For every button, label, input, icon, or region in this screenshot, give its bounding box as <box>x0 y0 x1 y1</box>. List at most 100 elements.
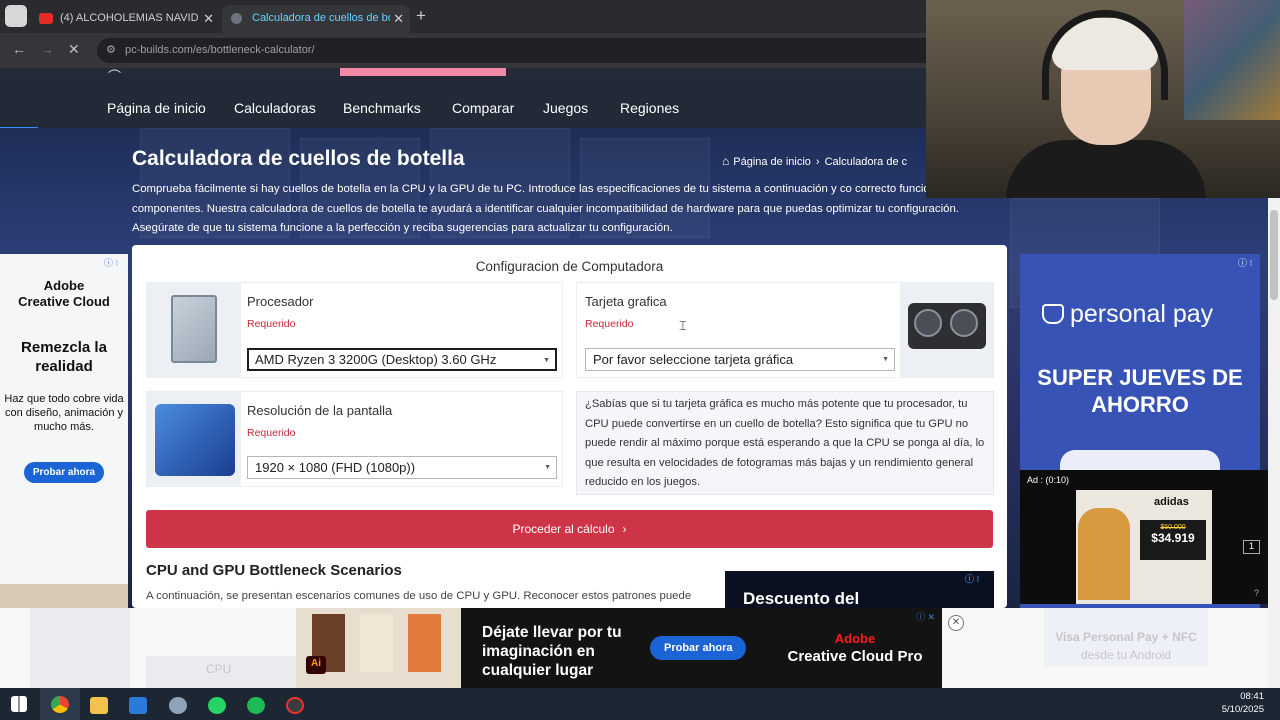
tab-youtube[interactable]: (4) ALCOHOLEMIAS NAVIDEÑA ✕ <box>30 5 220 33</box>
ad-left-banner[interactable]: ⓘ ⁝ Adobe Creative Cloud Remezcla la rea… <box>0 254 128 608</box>
profile-avatar[interactable] <box>5 5 27 27</box>
ad-info-icon[interactable]: ⓘ ✕ <box>916 610 935 623</box>
ad-cta-button[interactable]: Probar ahora <box>23 462 105 483</box>
graphics-card-icon <box>908 303 986 349</box>
desktop-pc-icon <box>155 404 235 476</box>
site-favicon-icon <box>231 13 242 24</box>
chocolate-bar <box>360 614 393 672</box>
file-explorer-icon[interactable] <box>90 697 108 714</box>
ad-headline: SUPER JUEVES DE AHORRO <box>1037 365 1243 417</box>
ad-info-icon[interactable]: ⓘ ⁝ <box>1238 256 1252 269</box>
spotify-icon[interactable] <box>247 697 265 714</box>
close-tab-icon[interactable]: ✕ <box>393 11 404 27</box>
required-label: Requerido <box>247 318 296 330</box>
ad-cta-button[interactable]: Probar ahora <box>650 636 747 660</box>
taskbar-clock[interactable]: 08:41 5/10/2025 <box>1222 690 1264 716</box>
ad-headline: Déjate llevar por tu imaginación en cual… <box>482 624 622 679</box>
processor-select[interactable]: AMD Ryzen 3 3200G (Desktop) 3.60 GHz ▼ <box>247 348 557 371</box>
header-banner <box>340 68 506 76</box>
ad-right-lower-text: Visa Personal Pay + NFC <box>1055 630 1197 644</box>
chevron-right-icon: › <box>815 156 820 168</box>
back-icon[interactable]: ← <box>12 41 26 57</box>
address-bar[interactable]: ⚙ pc-builds.com/es/bottleneck-calculator… <box>97 38 977 63</box>
forward-icon[interactable]: → <box>40 41 54 57</box>
resolution-select[interactable]: 1920 × 1080 (FHD (1080p)) ▼ <box>247 456 557 479</box>
bottleneck-info: ¿Sabías que si tu tarjeta gráfica es muc… <box>576 391 994 495</box>
mouse-cursor-icon: ⌶ <box>679 318 687 333</box>
clock-date: 5/10/2025 <box>1221 704 1264 715</box>
required-label: Requerido <box>585 318 634 330</box>
ad-brand: personal pay <box>1042 300 1213 329</box>
current-price: $34.919 <box>1151 531 1195 545</box>
ad-count-badge[interactable]: 1 <box>1243 540 1260 554</box>
model-image <box>1078 508 1130 600</box>
streamer-body <box>1006 140 1206 198</box>
gpu-image <box>900 283 994 377</box>
proceed-button[interactable]: Proceder al cálculo › <box>146 510 993 548</box>
ad-product-image: Ai <box>296 608 461 688</box>
resolution-label: Resolución de la pantalla <box>247 403 393 418</box>
app-icon[interactable] <box>169 697 187 714</box>
bottom-ad-banner[interactable]: Ai Déjate llevar por tu imaginación en c… <box>296 608 942 688</box>
chevron-down-icon: ▼ <box>543 357 550 364</box>
ad-info-icon[interactable]: ⓘ ⁝ <box>965 572 979 585</box>
windows-taskbar <box>0 688 1280 720</box>
whatsapp-icon[interactable] <box>208 697 226 714</box>
breadcrumb: ⌂ Página de inicio › Calculadora de c <box>722 154 932 168</box>
tab-calculator[interactable]: Calculadora de cuellos de botella ✕ <box>222 5 410 33</box>
headset-icon <box>1042 10 1168 100</box>
new-tab-icon[interactable]: + <box>416 6 426 26</box>
processor-field: Procesador Requerido AMD Ryzen 3 3200G (… <box>146 282 563 378</box>
windows-start-icon[interactable] <box>11 696 27 712</box>
video-ad-player[interactable]: Ad : (0:10) adidas $50.000 $34.919 1 ? <box>1020 470 1268 604</box>
chrome-icon[interactable] <box>51 696 69 713</box>
chevron-right-icon: › <box>622 522 627 536</box>
nav-calculators[interactable]: Calculadoras <box>234 100 316 116</box>
ad-left-lower <box>30 608 130 688</box>
page-scrollbar[interactable] <box>1268 198 1280 688</box>
breadcrumb-current: Calculadora de c <box>824 156 908 168</box>
nav-compare[interactable]: Comparar <box>452 100 514 116</box>
page-intro: Comprueba fácilmente si hay cuellos de b… <box>132 183 1011 234</box>
nav-games[interactable]: Juegos <box>543 100 588 116</box>
scrollbar-thumb[interactable] <box>1270 210 1278 300</box>
nav-regions[interactable]: Regiones <box>620 100 679 116</box>
gpu-select[interactable]: Por favor seleccione tarjeta gráfica ▼ <box>585 348 895 371</box>
site-info-icon[interactable]: ⚙ <box>106 43 116 56</box>
gpu-field: Tarjeta grafica Requerido Por favor sele… <box>576 282 994 378</box>
obs-icon[interactable] <box>286 697 304 714</box>
url-text: pc-builds.com/es/bottleneck-calculator/ <box>125 44 315 56</box>
close-tab-icon[interactable]: ✕ <box>203 11 214 27</box>
page-title: Calculadora de cuellos de botella <box>132 147 465 170</box>
chevron-down-icon: ▼ <box>544 464 551 471</box>
breadcrumb-home[interactable]: Página de inicio <box>733 156 811 168</box>
ad-body: Haz que todo cobre vida con diseño, anim… <box>4 393 124 433</box>
close-ad-icon[interactable]: ✕ <box>948 615 964 631</box>
inline-ad[interactable]: Descuento del ⓘ ⁝ <box>725 571 994 608</box>
ad-right-lower-sub: desde tu Android <box>1080 648 1172 662</box>
fan-icon <box>914 309 942 337</box>
stop-loading-icon[interactable]: ✕ <box>68 41 80 58</box>
calculator-card: Configuracion de Computadora Procesador … <box>132 245 1007 621</box>
adidas-logo-icon: adidas <box>1154 496 1189 508</box>
home-icon: ⌂ <box>722 154 730 168</box>
chevron-down-icon: ▼ <box>882 356 889 363</box>
help-icon[interactable]: ? <box>1254 588 1259 598</box>
nav-home[interactable]: Página de inicio <box>107 100 206 116</box>
fan-icon <box>950 309 978 337</box>
webcam-overlay <box>926 0 1280 198</box>
tab-title: (4) ALCOHOLEMIAS NAVIDEÑA <box>60 12 198 24</box>
ad-image <box>0 584 128 608</box>
gpu-label: Tarjeta grafica <box>585 294 667 309</box>
processor-label: Procesador <box>247 294 314 309</box>
ad-info-icon[interactable]: ⓘ ⁝ <box>104 256 118 269</box>
clock-time: 08:41 <box>1240 691 1264 702</box>
resolution-image <box>147 392 241 486</box>
nav-benchmarks[interactable]: Benchmarks <box>343 100 421 116</box>
cpu-scenario-label: CPU <box>206 662 232 676</box>
store-icon[interactable] <box>129 697 147 714</box>
youtube-icon <box>39 13 53 24</box>
old-price: $50.000 <box>1160 524 1186 531</box>
ad-brand: Adobe Creative Cloud Pro <box>787 631 923 665</box>
tab-title: Calculadora de cuellos de botella <box>252 12 390 24</box>
